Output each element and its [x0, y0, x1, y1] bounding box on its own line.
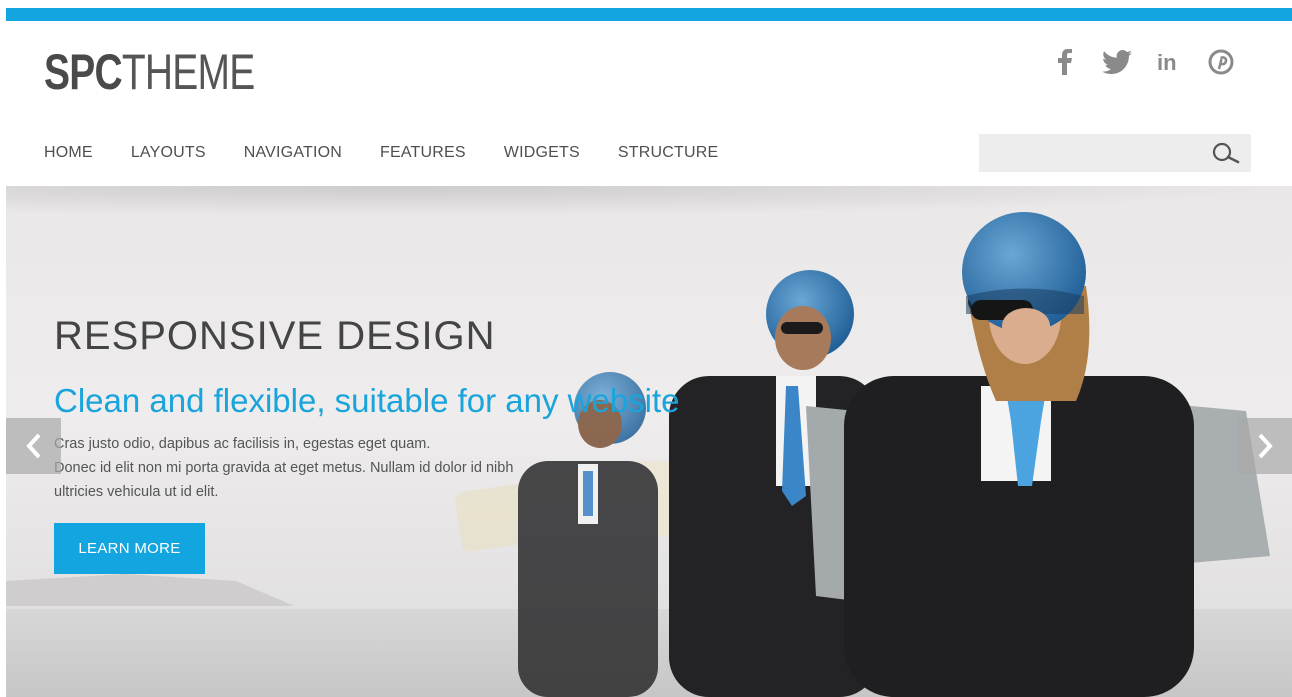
logo-bold-text: SPC [44, 44, 123, 100]
nav-item-widgets[interactable]: WIDGETS [504, 144, 580, 166]
logo-light-text: THEME [121, 44, 255, 100]
search-button[interactable] [1211, 138, 1245, 168]
search-input[interactable] [979, 134, 1219, 172]
search-icon [1212, 142, 1240, 164]
hero-headline: RESPONSIVE DESIGN [54, 314, 496, 358]
learn-more-button[interactable]: LEARN MORE [54, 523, 205, 574]
twitter-icon[interactable] [1102, 47, 1132, 77]
svg-text:in: in [1157, 51, 1177, 73]
pinterest-icon[interactable] [1206, 47, 1236, 77]
nav-item-layouts[interactable]: LAYOUTS [131, 144, 206, 166]
hero-body-text: Cras justo odio, dapibus ac facilisis in… [54, 432, 614, 504]
hero-body-line-1: Cras justo odio, dapibus ac facilisis in… [54, 436, 431, 452]
search-box [979, 134, 1251, 172]
hero-slider: RESPONSIVE DESIGN Clean and flexible, su… [6, 186, 1292, 697]
linkedin-icon[interactable]: in [1154, 47, 1184, 77]
hero-subhead: Clean and flexible, suitable for any web… [54, 382, 680, 419]
facebook-icon[interactable] [1050, 47, 1080, 77]
slider-prev-button[interactable] [6, 418, 61, 474]
chevron-right-icon [1258, 433, 1273, 459]
social-links: in [1050, 44, 1236, 80]
hero-body-line-2: Donec id elit non mi porta gravida at eg… [54, 460, 514, 476]
nav-item-home[interactable]: HOME [44, 144, 93, 166]
site-logo[interactable]: SPCTHEME [44, 42, 255, 102]
chevron-left-icon [25, 433, 40, 459]
top-accent-bar [6, 8, 1292, 21]
nav-item-features[interactable]: FEATURES [380, 144, 466, 166]
header-shadow [6, 186, 1292, 216]
nav-item-navigation[interactable]: NAVIGATION [244, 144, 342, 166]
slider-next-button[interactable] [1237, 418, 1292, 474]
hero-body-line-3: ultricies vehicula ut id elit. [54, 484, 219, 500]
nav-item-structure[interactable]: STRUCTURE [618, 144, 718, 166]
main-navigation: HOME LAYOUTS NAVIGATION FEATURES WIDGETS… [44, 144, 756, 166]
